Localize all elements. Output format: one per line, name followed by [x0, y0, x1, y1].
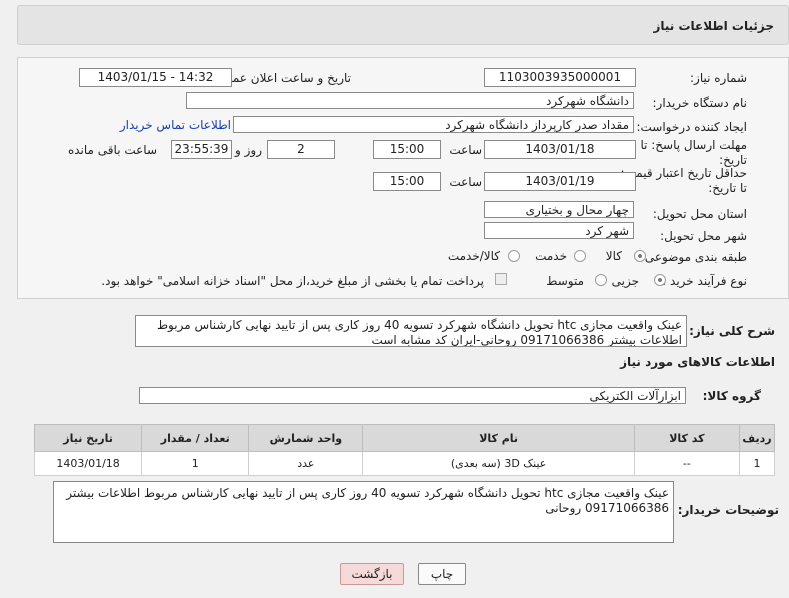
print-button[interactable]: چاپ — [418, 563, 466, 585]
buyer-desc-label: توضیحات خریدار: — [677, 503, 779, 517]
requester-field: مقداد صدر کارپرداز دانشگاه شهرکرد — [233, 116, 634, 133]
validity-time-field: 15:00 — [373, 172, 441, 191]
deadline-label: مهلت ارسال پاسخ: تا تاریخ: — [640, 138, 747, 167]
province-label: استان محل تحویل: — [652, 207, 747, 221]
buyer-desc-field: عینک واقعیت مجازی htc تحویل دانشگاه شهرک… — [53, 481, 674, 543]
buyer-org-field: دانشگاه شهرکرد — [186, 92, 634, 109]
col-qty-header: تعداد / مقدار — [141, 424, 250, 452]
category-label: طبقه بندی موضوعی: — [640, 250, 747, 264]
treasury-checkbox[interactable] — [495, 273, 507, 285]
cell-name: عینک 3D (سه بعدی) — [362, 451, 635, 476]
category-radio-goods[interactable] — [634, 250, 646, 262]
col-row-header: ردیف — [738, 424, 776, 452]
deadline-date-field: 1403/01/18 — [484, 140, 636, 159]
need-number-label: شماره نیاز: — [690, 71, 747, 85]
remaining-label: ساعت باقی مانده — [67, 143, 157, 157]
cell-unit: عدد — [248, 451, 364, 476]
process-option-medium: متوسط — [546, 274, 584, 288]
process-radio-minor[interactable] — [654, 274, 666, 286]
requester-label: ایجاد کننده درخواست: — [636, 120, 747, 134]
goods-group-label: گروه کالا: — [702, 389, 761, 403]
remaining-field: 23:55:39 — [171, 140, 232, 159]
cell-code: -- — [633, 451, 740, 476]
deadline-time-label: ساعت — [449, 143, 482, 157]
goods-section-title: اطلاعات کالاهای مورد نیاز — [620, 355, 775, 369]
page-title: جزئیات اطلاعات نیاز — [653, 19, 774, 33]
province-field: چهار محال و بختیاری — [484, 201, 634, 218]
col-date-header: تاریخ نیاز — [33, 424, 143, 452]
col-unit-header: واحد شمارش — [248, 424, 364, 452]
header-panel: جزئیات اطلاعات نیاز — [17, 5, 789, 45]
city-field: شهر کرد — [484, 222, 634, 239]
col-name-header: نام کالا — [362, 424, 635, 452]
cell-qty: 1 — [141, 451, 250, 476]
contact-buyer-link[interactable]: اطلاعات تماس خریدار — [120, 118, 231, 132]
category-radio-service[interactable] — [574, 250, 586, 262]
table-row: 1 -- عینک 3D (سه بعدی) عدد 1 1403/01/18 — [33, 451, 776, 476]
general-desc-label: شرح کلی نیاز: — [689, 324, 775, 338]
cell-date: 1403/01/18 — [33, 451, 143, 476]
cell-row-number: 1 — [738, 451, 776, 476]
payment-note: پرداخت تمام یا بخشی از مبلغ خرید،از محل … — [101, 274, 484, 288]
deadline-time-field: 15:00 — [373, 140, 441, 159]
category-option-goods-service: کالا/خدمت — [447, 249, 500, 263]
process-option-minor: جزیی — [611, 274, 639, 288]
days-label: روز و — [235, 143, 262, 157]
days-field: 2 — [267, 140, 335, 159]
buyer-org-label: نام دستگاه خریدار: — [652, 96, 748, 110]
process-radio-medium[interactable] — [595, 274, 607, 286]
back-button[interactable]: بازگشت — [340, 563, 404, 585]
validity-label: حداقل تاریخ اعتبار قیمت: تا تاریخ: — [620, 166, 747, 195]
city-label: شهر محل تحویل: — [660, 229, 747, 243]
category-option-service: خدمت — [535, 249, 567, 263]
general-desc-field: عینک واقعیت مجازی htc تحویل دانشگاه شهرک… — [135, 315, 687, 347]
validity-time-label: ساعت — [449, 175, 482, 189]
announce-field: 1403/01/15 - 14:32 — [79, 68, 232, 87]
process-label: نوع فرآیند خرید : — [662, 274, 747, 288]
validity-date-field: 1403/01/19 — [484, 172, 636, 191]
category-option-goods: کالا — [605, 249, 622, 263]
goods-group-field: ابزارآلات الکتریکی — [139, 387, 686, 404]
category-radio-goods-service[interactable] — [508, 250, 520, 262]
need-number-field: 1103003935000001 — [484, 68, 636, 87]
goods-table: ردیف کد کالا نام کالا واحد شمارش تعداد /… — [33, 424, 776, 476]
goods-table-header: ردیف کد کالا نام کالا واحد شمارش تعداد /… — [33, 424, 776, 452]
col-code-header: کد کالا — [633, 424, 740, 452]
